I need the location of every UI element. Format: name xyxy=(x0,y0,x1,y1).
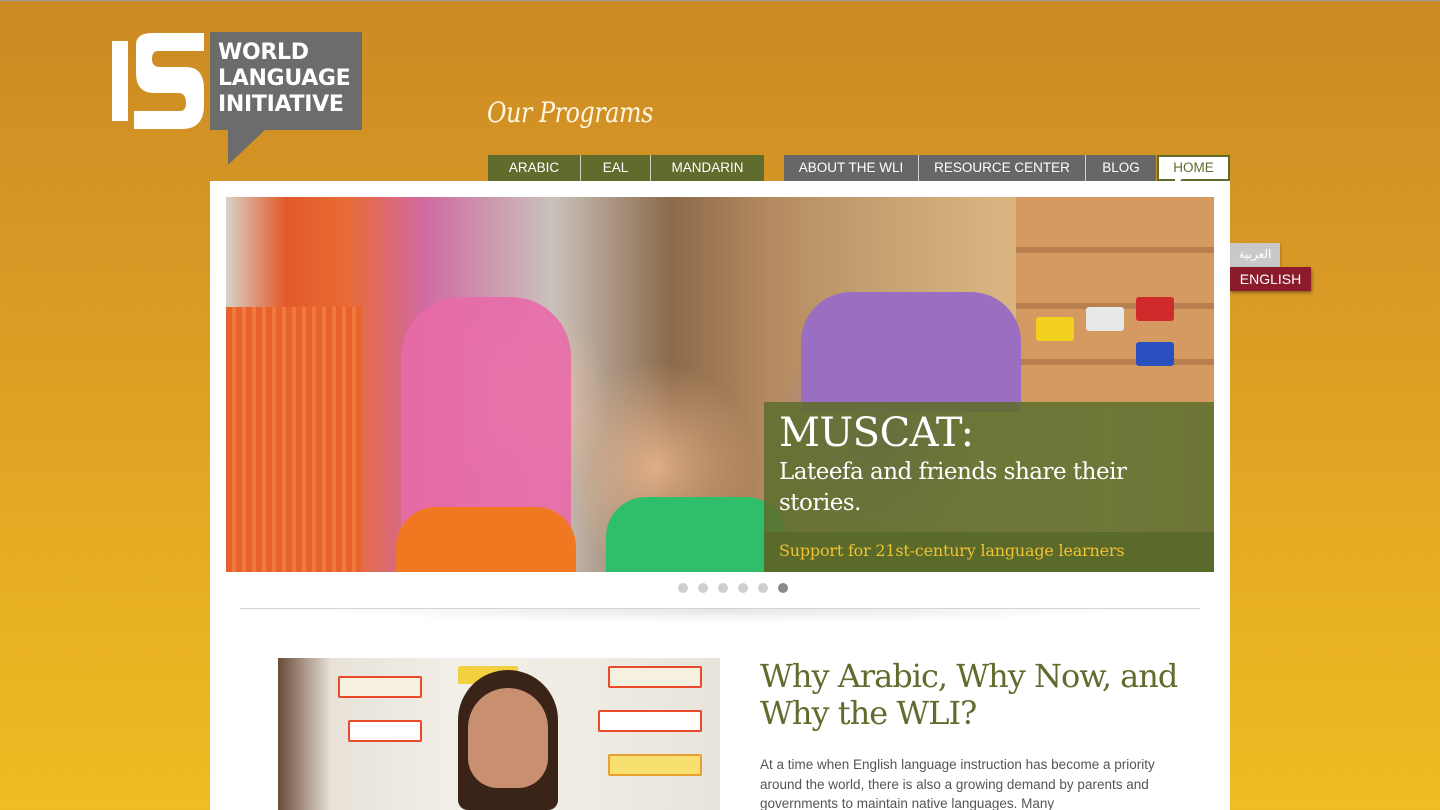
language-english-button[interactable]: ENGLISH xyxy=(1230,267,1311,291)
programs-nav: ARABIC EAL MANDARIN xyxy=(488,155,764,181)
hero-child-orange xyxy=(396,507,576,572)
hero-bin xyxy=(1086,307,1124,331)
classroom-card xyxy=(338,676,422,698)
feature-body: At a time when English language instruct… xyxy=(760,757,1155,810)
logo-line-3: INITIATIVE xyxy=(218,92,344,117)
hero-bin xyxy=(1136,342,1174,366)
nav-home[interactable]: HOME xyxy=(1157,155,1230,181)
feature-child-face xyxy=(468,688,548,788)
language-arabic-button[interactable]: العربية xyxy=(1230,243,1280,267)
nav-blog[interactable]: BLOG xyxy=(1086,155,1156,181)
site-nav: ABOUT THE WLI RESOURCE CENTER BLOG xyxy=(784,155,1156,181)
slide-dot-5[interactable] xyxy=(758,583,768,593)
hero-bg-orange-wall xyxy=(226,307,361,572)
slide-pager xyxy=(678,583,788,593)
nav-about[interactable]: ABOUT THE WLI xyxy=(784,155,919,181)
nav-arabic[interactable]: ARABIC xyxy=(488,155,581,181)
hero-child-green xyxy=(606,497,786,572)
nav-eal[interactable]: EAL xyxy=(581,155,651,181)
classroom-card xyxy=(608,666,702,688)
classroom-card xyxy=(348,720,422,742)
hero-tagline[interactable]: Support for 21st-century language learne… xyxy=(779,541,1125,560)
classroom-card xyxy=(598,710,702,732)
section-divider-shadow xyxy=(300,609,1140,623)
slide-dot-2[interactable] xyxy=(698,583,708,593)
hero-bg-shelf xyxy=(1016,197,1214,407)
nav-resource-center[interactable]: RESOURCE CENTER xyxy=(919,155,1086,181)
feature-photo xyxy=(278,658,720,810)
slide-dot-1[interactable] xyxy=(678,583,688,593)
hero-child-purple xyxy=(801,292,1021,412)
feature-title: Why Arabic, Why Now, and Why the WLI? xyxy=(760,657,1178,732)
hero-bin xyxy=(1036,317,1074,341)
nav-mandarin[interactable]: MANDARIN xyxy=(651,155,764,181)
slide-dot-3[interactable] xyxy=(718,583,728,593)
top-rule xyxy=(0,0,1440,1)
logo-mark-icon xyxy=(112,33,204,129)
classroom-card xyxy=(608,754,702,776)
logo-line-2: LANGUAGE xyxy=(218,66,351,91)
logo-bubble-tail xyxy=(228,129,266,165)
hero-title: MUSCAT: xyxy=(779,410,974,456)
wli-logo[interactable]: WORLD LANGUAGE INITIATIVE xyxy=(112,31,364,165)
hero-bin xyxy=(1136,297,1174,321)
hero-subtitle: Lateefa and friends share their stories. xyxy=(779,459,1127,516)
slide-dot-6[interactable] xyxy=(778,583,788,593)
logo-wordmark: WORLD LANGUAGE INITIATIVE xyxy=(218,40,351,118)
logo-line-1: WORLD xyxy=(218,40,309,65)
programs-heading: Our Programs xyxy=(487,96,653,129)
slide-dot-4[interactable] xyxy=(738,583,748,593)
